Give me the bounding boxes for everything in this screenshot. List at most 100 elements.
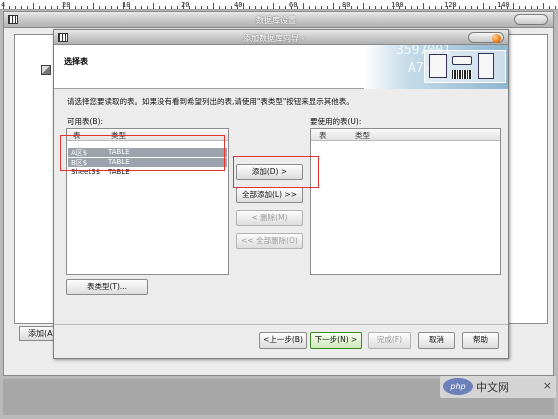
ruler-tick xyxy=(27,6,28,9)
used-tables-list[interactable]: 表 类型 xyxy=(310,128,501,275)
wizard-banner: 选择表 3597001 A7-11 xyxy=(54,45,508,89)
ruler-tick xyxy=(39,6,40,9)
outer-window-control-button[interactable] xyxy=(514,14,548,25)
ruler-tick xyxy=(507,6,508,9)
outer-window-title: 数据库设置 xyxy=(256,16,296,25)
ruler-tick xyxy=(279,6,280,9)
ruler-tick xyxy=(249,6,250,9)
ruler-tick xyxy=(93,3,94,9)
ruler-tick xyxy=(501,6,502,9)
ruler-tick xyxy=(357,6,358,9)
remove-button[interactable]: < 删除(M) xyxy=(236,210,303,226)
wizard-title: 添加数据库向导 - xyxy=(243,34,305,43)
cancel-button[interactable]: 取消 xyxy=(418,332,455,349)
ruler-tick xyxy=(393,3,394,9)
watermark: php 中文网 × xyxy=(440,376,556,398)
ruler-tick xyxy=(3,3,4,9)
watermark-text: 中文网 xyxy=(476,381,509,394)
ruler-tick xyxy=(327,6,328,9)
ruler-tick xyxy=(255,6,256,9)
ruler-tick xyxy=(435,6,436,9)
ruler-tick xyxy=(117,6,118,9)
ruler-tick xyxy=(549,6,550,9)
ruler-tick xyxy=(477,6,478,9)
ruler-tick xyxy=(75,6,76,9)
ruler-tick xyxy=(333,3,334,9)
ruler-tick xyxy=(111,6,112,9)
ruler-tick xyxy=(177,6,178,9)
ruler-tick xyxy=(495,6,496,9)
annotation-highlight-selected-tables xyxy=(60,135,225,171)
ruler-tick xyxy=(321,6,322,9)
ruler-tick xyxy=(447,6,448,9)
ruler: 4 20 10 20 40 60 80 100 120 140 xyxy=(0,0,558,10)
ruler-tick xyxy=(99,6,100,9)
ruler-tick xyxy=(225,6,226,9)
ruler-tick xyxy=(165,6,166,9)
remove-all-button[interactable]: << 全部删除(O) xyxy=(236,233,303,249)
ruler-tick xyxy=(363,3,364,9)
table-types-button[interactable]: 表类型(T)... xyxy=(66,279,148,295)
window-menu-icon[interactable] xyxy=(58,33,68,42)
ruler-tick xyxy=(21,6,22,9)
footer-divider xyxy=(54,324,508,325)
ruler-tick xyxy=(525,6,526,9)
next-button[interactable]: 下一步(N) > xyxy=(310,332,362,349)
php-logo: php xyxy=(443,378,473,395)
ruler-tick xyxy=(411,6,412,9)
ruler-tick xyxy=(405,6,406,9)
ruler-tick xyxy=(519,6,520,9)
ruler-tick xyxy=(15,6,16,9)
instruction-text: 请选择您要读取的表。如果没有看到希望列出的表,请使用"表类型"按钮来显示其他表。 xyxy=(67,97,354,106)
ruler-tick xyxy=(147,6,148,9)
ruler-tick xyxy=(87,6,88,9)
ruler-label: 120 xyxy=(444,1,457,9)
ruler-tick xyxy=(291,6,292,9)
ruler-tick xyxy=(459,6,460,9)
ruler-tick xyxy=(471,6,472,9)
ruler-tick xyxy=(51,6,52,9)
finish-button[interactable]: 完成(F) xyxy=(368,332,411,349)
ruler-tick xyxy=(513,3,514,9)
ruler-label: 40 xyxy=(234,1,243,9)
ruler-tick xyxy=(231,6,232,9)
ruler-tick xyxy=(45,6,46,9)
ruler-tick xyxy=(189,6,190,9)
outer-titlebar[interactable]: 数据库设置 xyxy=(4,12,553,28)
ruler-tick xyxy=(543,3,544,9)
ruler-tick xyxy=(441,6,442,9)
ruler-tick xyxy=(351,6,352,9)
ruler-tick xyxy=(195,6,196,9)
ruler-tick xyxy=(141,6,142,9)
document-icon xyxy=(429,54,447,78)
ruler-tick xyxy=(417,6,418,9)
ruler-tick xyxy=(381,6,382,9)
used-tables-label: 要使用的表(U): xyxy=(310,117,362,126)
ruler-tick xyxy=(63,3,64,9)
ruler-tick xyxy=(285,6,286,9)
ruler-tick xyxy=(33,3,34,9)
close-icon[interactable] xyxy=(492,34,501,43)
ruler-tick xyxy=(207,6,208,9)
ruler-tick xyxy=(369,6,370,9)
ruler-tick xyxy=(129,6,130,9)
column-header-type[interactable]: 类型 xyxy=(355,130,370,141)
ruler-tick xyxy=(387,6,388,9)
database-banner-art: 3597001 A7-11 xyxy=(364,45,508,89)
back-button[interactable]: <上一步(B) xyxy=(259,332,307,349)
column-header-table[interactable]: 表 xyxy=(319,130,327,141)
ruler-tick xyxy=(123,3,124,9)
ruler-tick xyxy=(105,6,106,9)
ruler-tick xyxy=(243,3,244,9)
available-tables-label: 可用表(B): xyxy=(67,117,104,126)
window-menu-icon[interactable] xyxy=(8,15,18,24)
close-button[interactable] xyxy=(468,32,504,43)
ruler-tick xyxy=(153,3,154,9)
ruler-tick xyxy=(339,6,340,9)
help-button[interactable]: 帮助 xyxy=(462,332,499,349)
ruler-tick xyxy=(9,6,10,9)
ruler-tick xyxy=(69,6,70,9)
wizard-titlebar[interactable]: 添加数据库向导 - xyxy=(54,30,508,45)
add-all-button[interactable]: 全部添加(L) >> xyxy=(236,187,303,203)
close-icon[interactable]: × xyxy=(543,379,552,392)
